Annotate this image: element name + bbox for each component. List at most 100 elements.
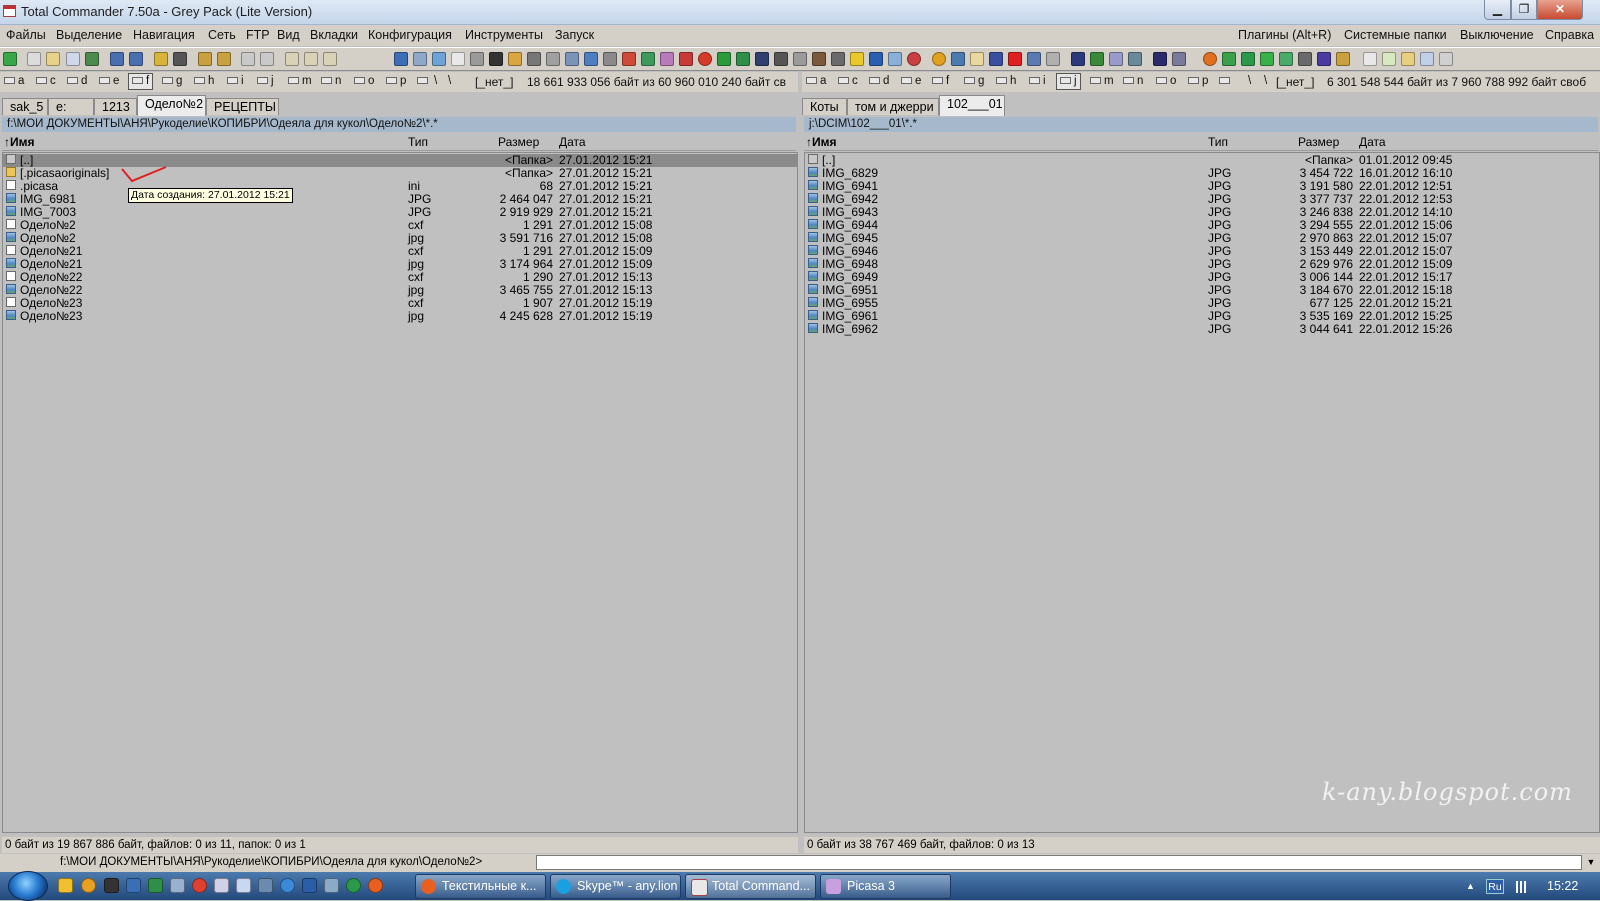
menu-tools[interactable]: Инструменты (465, 28, 543, 42)
drive-button-g[interactable]: g (964, 75, 984, 87)
file-row[interactable]: IMG_6955 JPG 677 125 22.01.2012 15:21 (805, 297, 1599, 310)
brief-view-icon[interactable] (27, 52, 41, 66)
tool-icon[interactable] (622, 52, 636, 66)
quicklaunch-notepad-icon[interactable] (236, 878, 251, 893)
cut-icon[interactable] (241, 52, 255, 66)
thumbnails-icon[interactable] (85, 52, 99, 66)
quicklaunch-calendar-icon[interactable] (214, 878, 229, 893)
menu-plugins[interactable]: Плагины (Alt+R) (1238, 28, 1331, 42)
taskbar-firefox[interactable]: Текстильные к... (415, 874, 546, 899)
command-history-dropdown-icon[interactable]: ▼ (1584, 855, 1598, 870)
column-size[interactable]: Размер (498, 135, 539, 149)
menu-view[interactable]: Вид (277, 28, 300, 42)
network-icon[interactable] (565, 52, 579, 66)
forward-icon[interactable] (129, 52, 143, 66)
camera-icon[interactable] (793, 52, 807, 66)
page2-icon[interactable] (1382, 52, 1396, 66)
drive-button-j[interactable]: j (257, 75, 274, 87)
menu-help[interactable]: Справка (1545, 28, 1594, 42)
file-row[interactable]: IMG_6951 JPG 3 184 670 22.01.2012 15:18 (805, 284, 1599, 297)
settings-icon[interactable] (432, 52, 446, 66)
menu-configuration[interactable]: Конфигурация (368, 28, 452, 42)
column-date[interactable]: Дата (1359, 135, 1386, 149)
edit-icon[interactable] (323, 52, 337, 66)
quicklaunch-network-icon[interactable] (258, 878, 273, 893)
speaker-icon[interactable] (470, 52, 484, 66)
right-path-bar[interactable]: j:\DCIM\102___01\*.* (804, 117, 1598, 132)
drive-button-d[interactable]: d (869, 75, 889, 87)
file-row[interactable]: IMG_6941 JPG 3 191 580 22.01.2012 12:51 (805, 180, 1599, 193)
command-line-input[interactable] (536, 855, 1582, 870)
tab-e[interactable]: e: (48, 98, 94, 115)
menu-tabs[interactable]: Вкладки (310, 28, 358, 42)
k-icon[interactable] (869, 52, 883, 66)
tool2-icon[interactable] (641, 52, 655, 66)
search-icon[interactable] (173, 52, 187, 66)
refresh-icon[interactable] (3, 52, 17, 66)
file-row[interactable]: Одело№21 cxf 1 291 27.01.2012 15:09 (3, 245, 797, 258)
multi-rename-icon[interactable] (304, 52, 318, 66)
user-icon[interactable] (603, 52, 617, 66)
minimize-button[interactable]: ▁ (1484, 0, 1511, 20)
drive-button-h[interactable]: h (996, 75, 1016, 87)
ftp-connect-icon[interactable] (394, 52, 408, 66)
quicklaunch-desktop-icon[interactable] (302, 878, 317, 893)
star-icon[interactable] (1008, 52, 1022, 66)
file-row[interactable]: [..] <Папка> 01.01.2012 09:45 (805, 154, 1599, 167)
file-row[interactable]: IMG_6944 JPG 3 294 555 22.01.2012 15:06 (805, 219, 1599, 232)
quicklaunch-utorrent-icon[interactable] (346, 878, 361, 893)
ftp-new-icon[interactable] (413, 52, 427, 66)
menu-navigation[interactable]: Навигация (133, 28, 195, 42)
drive-button-n[interactable]: n (321, 75, 341, 87)
file-row[interactable]: IMG_7003 JPG 2 919 929 27.01.2012 15:21 (3, 206, 797, 219)
root-button[interactable]: \ (1264, 75, 1267, 87)
file-row[interactable]: Одело№2 cxf 1 291 27.01.2012 15:08 (3, 219, 797, 232)
column-date[interactable]: Дата (559, 135, 586, 149)
lifebuoy-icon[interactable] (907, 52, 921, 66)
maximize-button[interactable]: ❐ (1511, 0, 1537, 20)
note-icon[interactable] (970, 52, 984, 66)
drive-button-a[interactable]: a (806, 75, 826, 87)
taskbar-total-commander[interactable]: Total Command... (685, 874, 816, 899)
cmd-icon[interactable] (1071, 52, 1085, 66)
drive-button-e[interactable]: e (99, 75, 119, 87)
quicklaunch-chrome-icon[interactable] (192, 878, 207, 893)
column-type[interactable]: Тип (408, 135, 428, 149)
file-row[interactable]: IMG_6981 JPG 2 464 047 27.01.2012 15:21 (3, 193, 797, 206)
start-orb-icon[interactable] (8, 871, 48, 901)
menu-system-folders[interactable]: Системные папки (1344, 28, 1447, 42)
quicklaunch-word-icon[interactable] (126, 878, 141, 893)
tool4-icon[interactable] (1109, 52, 1123, 66)
drive-button-p[interactable]: p (1188, 75, 1208, 87)
taskbar-skype[interactable]: Skype™ - any.lion (550, 874, 681, 899)
quicklaunch-firefox-icon[interactable] (368, 878, 383, 893)
tab-102-01[interactable]: 102___01 (939, 95, 1005, 116)
tool5-icon[interactable] (1128, 52, 1142, 66)
quicklaunch-avast-icon[interactable] (81, 878, 96, 893)
network2-icon[interactable] (1090, 52, 1104, 66)
tab-1213[interactable]: 1213 (94, 98, 137, 115)
cmd2-icon[interactable] (1153, 52, 1167, 66)
file-row[interactable]: Одело№2 jpg 3 591 716 27.01.2012 15:08 (3, 232, 797, 245)
right-drive-none[interactable]: [_нет_] (1276, 75, 1314, 89)
drive-button-a[interactable]: a (4, 75, 24, 87)
chart-icon[interactable] (951, 52, 965, 66)
drive-button-i[interactable]: i (1029, 75, 1046, 87)
menu-shutdown[interactable]: Выключение (1460, 28, 1534, 42)
warning-icon[interactable] (850, 52, 864, 66)
column-type[interactable]: Тип (1208, 135, 1228, 149)
drive-button-f[interactable]: f (932, 75, 949, 87)
save-icon[interactable] (1222, 52, 1236, 66)
puzzle-icon[interactable] (1317, 52, 1331, 66)
tab-sak-5[interactable]: sak_5 (2, 98, 48, 115)
excel-icon[interactable] (736, 52, 750, 66)
file-row[interactable]: Одело№22 cxf 1 290 27.01.2012 15:13 (3, 271, 797, 284)
unpack-files-icon[interactable] (217, 52, 231, 66)
column-name[interactable]: ↑Имя (806, 135, 837, 149)
network-drive-icon[interactable] (417, 75, 431, 87)
file-row[interactable]: IMG_6949 JPG 3 006 144 22.01.2012 15:17 (805, 271, 1599, 284)
file-row[interactable]: Одело№22 jpg 3 465 755 27.01.2012 15:13 (3, 284, 797, 297)
window-icon[interactable] (1420, 52, 1434, 66)
file-row[interactable]: IMG_6945 JPG 2 970 863 22.01.2012 15:07 (805, 232, 1599, 245)
back-icon[interactable] (110, 52, 124, 66)
